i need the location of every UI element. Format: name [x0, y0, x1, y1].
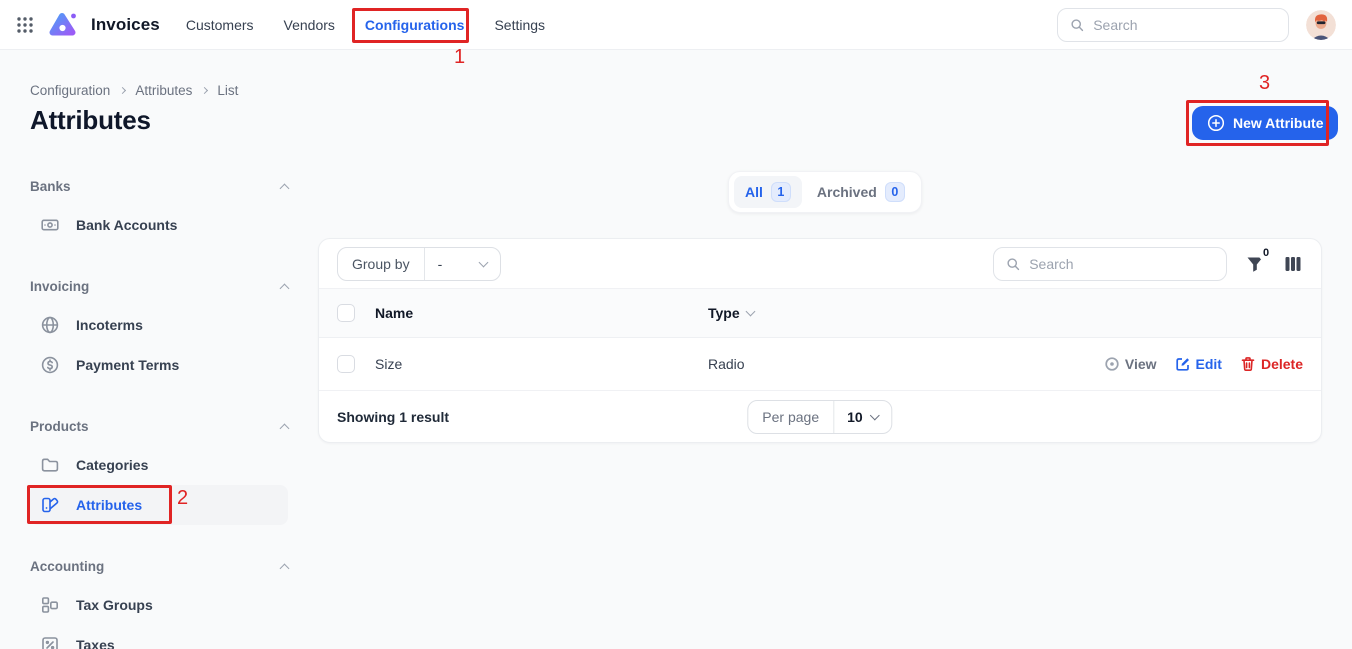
row-checkbox[interactable] [337, 355, 355, 373]
tab-archived-count-badge: 0 [885, 182, 905, 202]
filter-button[interactable]: 0 [1245, 254, 1265, 274]
chevron-up-icon [280, 423, 290, 433]
table-footer: Showing 1 result Per page 10 [319, 391, 1321, 443]
new-attribute-button[interactable]: New Attribute [1192, 106, 1338, 140]
column-header-name: Name [375, 305, 708, 321]
eye-icon [1104, 356, 1120, 372]
breadcrumb: Configuration Attributes List [30, 83, 238, 98]
sidebar-section-banks: Banks Bank Accounts [30, 176, 288, 245]
row-actions: View Edit Delete [1104, 356, 1303, 372]
sidebar-item-payment-terms[interactable]: Payment Terms [30, 345, 288, 385]
tab-all-count-badge: 1 [771, 182, 791, 202]
columns-icon [1283, 254, 1303, 274]
sidebar-section-header-banks[interactable]: Banks [30, 176, 288, 196]
search-icon [1006, 256, 1020, 272]
sidebar-item-taxes[interactable]: Taxes [30, 625, 288, 649]
per-page-select[interactable]: Per page 10 [747, 400, 892, 434]
search-icon [1070, 17, 1084, 33]
nav-configurations[interactable]: Configurations [365, 17, 465, 33]
chevron-down-icon [870, 411, 880, 421]
filter-count-badge: 0 [1258, 245, 1274, 261]
page-title: Attributes [30, 105, 151, 136]
sidebar-section-invoicing: Invoicing Incoterms Payment Ter [30, 276, 288, 385]
sidebar-section-products: Products Categories Attributes [30, 416, 288, 525]
archive-tabs: All 1 Archived 0 [728, 171, 922, 213]
tab-all[interactable]: All 1 [734, 176, 802, 208]
view-button[interactable]: View [1104, 356, 1157, 372]
swatches-icon [40, 495, 60, 515]
annotation-number-3: 3 [1259, 72, 1270, 95]
group-by-select[interactable]: Group by - [337, 247, 501, 281]
chevron-down-icon [479, 257, 489, 267]
chevron-up-icon [280, 283, 290, 293]
sidebar-section-header-accounting[interactable]: Accounting [30, 556, 288, 576]
plus-circle-icon [1207, 114, 1225, 132]
result-summary: Showing 1 result [337, 409, 449, 425]
pencil-square-icon [1175, 356, 1191, 372]
globe-icon [40, 315, 60, 335]
app-launcher-icon[interactable] [16, 16, 34, 34]
main-nav: Customers Vendors Configurations Setting… [186, 17, 545, 33]
sidebar-item-categories[interactable]: Categories [30, 445, 288, 485]
cell-type: Radio [708, 356, 1104, 372]
chevron-up-icon [280, 563, 290, 573]
table-search[interactable] [993, 247, 1227, 281]
user-avatar[interactable] [1306, 10, 1336, 40]
column-header-type[interactable]: Type [708, 305, 1303, 321]
squares-icon [40, 595, 60, 615]
sidebar-section-accounting: Accounting Tax Groups Taxes [30, 556, 288, 649]
breadcrumb-attributes[interactable]: Attributes [135, 83, 192, 98]
sidebar-item-incoterms[interactable]: Incoterms [30, 305, 288, 345]
chevron-right-icon [119, 87, 126, 94]
delete-button[interactable]: Delete [1240, 356, 1303, 372]
table-toolbar: Group by - 0 [319, 239, 1321, 289]
tab-archived[interactable]: Archived 0 [806, 176, 916, 208]
table-header-row: Name Type [319, 289, 1321, 338]
toggle-columns-button[interactable] [1283, 254, 1303, 274]
app-name: Invoices [91, 15, 160, 35]
sidebar-item-bank-accounts[interactable]: Bank Accounts [30, 205, 288, 245]
breadcrumb-list: List [217, 83, 238, 98]
config-sidebar: Banks Bank Accounts Invoicing [30, 176, 288, 649]
chevron-right-icon [201, 87, 208, 94]
trash-icon [1240, 356, 1256, 372]
sidebar-section-header-invoicing[interactable]: Invoicing [30, 276, 288, 296]
top-navbar: Invoices Customers Vendors Configuration… [0, 0, 1352, 50]
nav-vendors[interactable]: Vendors [284, 17, 335, 33]
folder-icon [40, 455, 60, 475]
nav-customers[interactable]: Customers [186, 17, 254, 33]
chevron-up-icon [280, 183, 290, 193]
edit-button[interactable]: Edit [1175, 356, 1222, 372]
cell-name: Size [375, 356, 708, 372]
breadcrumb-configuration[interactable]: Configuration [30, 83, 110, 98]
global-search[interactable] [1057, 8, 1289, 42]
dollar-circle-icon [40, 355, 60, 375]
sidebar-item-attributes[interactable]: Attributes [30, 485, 288, 525]
percent-box-icon [40, 635, 60, 649]
attributes-table-card: Group by - 0 [318, 238, 1322, 443]
nav-settings[interactable]: Settings [494, 17, 545, 33]
global-search-input[interactable] [1093, 17, 1276, 33]
select-all-checkbox[interactable] [337, 304, 355, 322]
banknote-icon [40, 215, 60, 235]
table-row: Size Radio View Edit [319, 338, 1321, 391]
app-logo-icon [49, 11, 77, 39]
sidebar-item-tax-groups[interactable]: Tax Groups [30, 585, 288, 625]
sidebar-section-header-products[interactable]: Products [30, 416, 288, 436]
table-search-input[interactable] [1029, 256, 1214, 272]
sort-chevron-icon [745, 307, 755, 317]
